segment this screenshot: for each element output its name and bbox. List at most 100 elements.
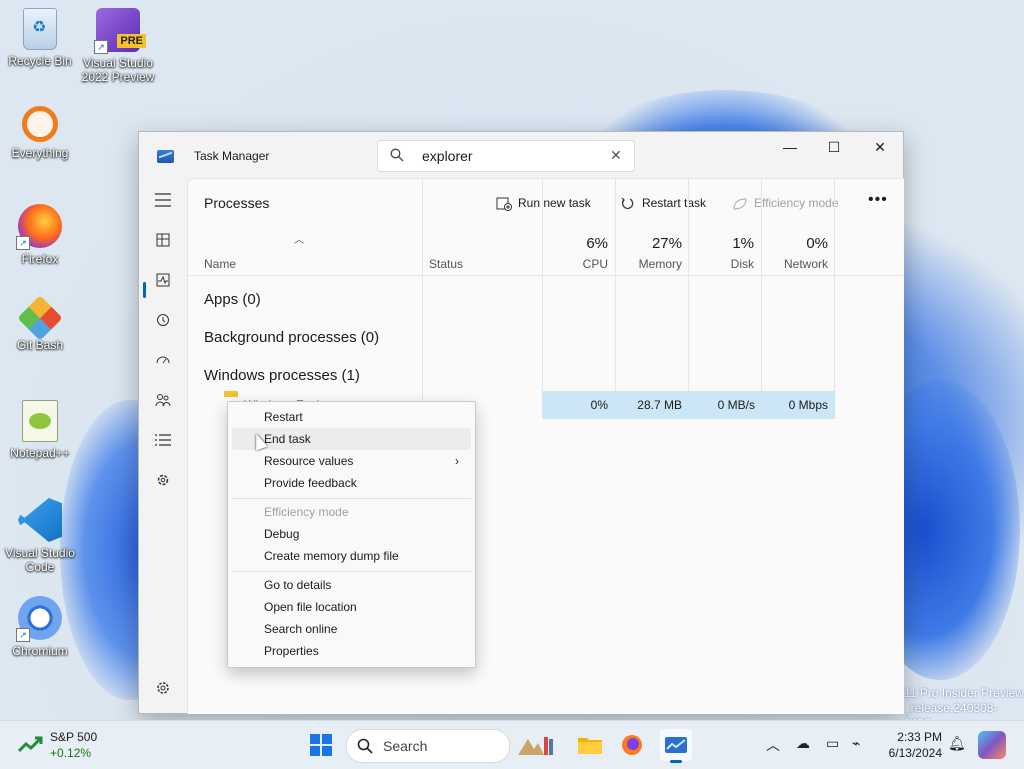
folder-icon <box>224 391 238 397</box>
details-icon <box>155 434 171 446</box>
desktop-icon-vscode[interactable]: Visual Studio Code <box>0 498 80 574</box>
nav-app-history[interactable] <box>147 304 179 336</box>
menu-item-go-to-details[interactable]: Go to details <box>232 574 471 596</box>
menu-item-search-online[interactable]: Search online <box>232 618 471 640</box>
column-disk[interactable]: Disk <box>694 257 754 271</box>
watermark-line-2: _release.240308-1400 <box>904 701 998 720</box>
clear-search-icon[interactable]: ✕ <box>610 147 622 164</box>
efficiency-mode-button[interactable]: Efficiency mode <box>732 193 839 213</box>
startup-apps-icon <box>156 356 170 364</box>
desktop-icon-label: Visual Studio Code <box>5 546 75 574</box>
search-icon <box>357 738 373 754</box>
search-input[interactable] <box>422 146 602 166</box>
clock-time: 2:33 PM <box>897 730 942 744</box>
menu-item-open-file-location[interactable]: Open file location <box>232 596 471 618</box>
nav-services[interactable] <box>147 464 179 496</box>
menu-item-efficiency-mode[interactable]: Efficiency mode <box>232 501 471 523</box>
menu-item-provide-feedback[interactable]: Provide feedback <box>232 472 471 494</box>
chromium-icon: ↗ <box>16 596 62 642</box>
desktop-icon-everything[interactable]: Everything <box>0 106 80 160</box>
taskbar-search[interactable]: Search <box>346 729 510 763</box>
disk-total: 1% <box>732 235 754 252</box>
column-divider <box>761 179 762 419</box>
desktop-icon-notepad-plus-plus[interactable]: Notepad++ <box>0 400 80 460</box>
column-memory[interactable]: Memory <box>622 257 682 271</box>
run-new-task-button[interactable]: Run new task <box>496 193 591 213</box>
search-highlight-icon <box>514 729 558 761</box>
search-box[interactable]: ✕ <box>377 140 635 172</box>
copilot-icon[interactable] <box>978 731 1006 759</box>
file-explorer-icon <box>578 738 602 754</box>
desktop-icon-label: Recycle Bin <box>8 54 72 68</box>
menu-item-resource-values[interactable]: Resource values › <box>232 450 471 472</box>
minimize-button[interactable]: — <box>767 132 813 162</box>
column-divider <box>688 179 689 419</box>
desktop-icon-label: Visual Studio 2022 Preview <box>81 56 155 84</box>
close-button[interactable]: ✕ <box>857 132 903 162</box>
settings-icon <box>157 682 169 694</box>
efficiency-mode-label: Efficiency mode <box>754 196 839 210</box>
column-cpu[interactable]: CPU <box>548 257 608 271</box>
restart-icon <box>621 197 634 209</box>
firefox-icon <box>622 735 642 755</box>
restart-task-button[interactable]: Restart task <box>620 193 706 213</box>
search-icon <box>390 148 404 162</box>
menu-item-properties[interactable]: Properties <box>232 640 471 662</box>
nav-settings[interactable] <box>147 672 179 704</box>
show-hidden-icons[interactable]: ︿ <box>766 735 780 755</box>
desktop-icon-chromium[interactable]: ↗ Chromium <box>0 596 80 658</box>
vscode-icon <box>18 498 62 542</box>
taskbar-firefox[interactable] <box>616 729 648 761</box>
desktop-icon-firefox[interactable]: ↗ Firefox <box>0 204 80 266</box>
page-title: Processes <box>204 195 270 211</box>
more-options-button[interactable]: ••• <box>868 191 888 209</box>
nav-details[interactable] <box>147 424 179 456</box>
memory-total: 27% <box>651 235 682 252</box>
clock[interactable]: 2:33 PM 6/13/2024 <box>880 729 942 761</box>
desktop-icon-git-bash[interactable]: Git Bash <box>0 295 80 352</box>
selected-indicator <box>143 282 146 298</box>
title-bar[interactable]: Task Manager ✕ — ☐ ✕ <box>139 132 903 178</box>
network-icon[interactable]: ⌁ <box>852 735 860 752</box>
performance-icon <box>156 273 170 287</box>
desktop-icon-visual-studio-preview[interactable]: PRE ↗ Visual Studio 2022 Preview <box>78 8 158 84</box>
nav-processes[interactable] <box>147 224 179 256</box>
onedrive-icon[interactable]: ☁ <box>796 735 810 752</box>
group-windows-processes[interactable]: Windows processes (1) <box>204 367 360 384</box>
nav-performance[interactable] <box>147 264 179 296</box>
menu-item-create-dump-file[interactable]: Create memory dump file <box>232 545 471 567</box>
group-apps[interactable]: Apps (0) <box>204 291 261 308</box>
column-divider <box>834 179 835 419</box>
watermark-line-1: 11 Pro Insider Preview <box>904 686 1024 700</box>
run-new-task-icon <box>496 197 512 211</box>
hamburger-icon[interactable] <box>147 184 179 216</box>
taskbar-file-explorer[interactable] <box>574 729 606 761</box>
column-divider <box>615 179 616 419</box>
sort-ascending-icon[interactable]: ︿ <box>294 231 304 246</box>
notification-bell-icon[interactable]: 🔔︎ <box>948 735 966 752</box>
everything-search-icon <box>22 106 58 142</box>
column-name[interactable]: Name <box>204 257 236 271</box>
nav-users[interactable] <box>147 384 179 416</box>
column-divider <box>542 179 543 419</box>
taskbar-task-manager[interactable] <box>660 729 692 763</box>
cell-memory: 28.7 MB <box>637 398 682 412</box>
start-button[interactable] <box>305 729 337 761</box>
group-background-processes[interactable]: Background processes (0) <box>204 329 379 346</box>
menu-item-end-task[interactable]: End task <box>232 428 471 450</box>
desktop-icon-recycle-bin[interactable]: ♻ Recycle Bin <box>0 8 80 68</box>
menu-item-debug[interactable]: Debug <box>232 523 471 545</box>
menu-item-restart[interactable]: Restart <box>232 406 471 428</box>
chevron-right-icon: › <box>455 454 459 468</box>
column-network[interactable]: Network <box>768 257 828 271</box>
stock-widget[interactable]: S&P 500 +0.12% <box>50 729 97 761</box>
shortcut-arrow-icon: ↗ <box>16 236 30 250</box>
windows-logo-icon <box>310 734 332 756</box>
network-total: 0% <box>806 235 828 252</box>
nav-startup-apps[interactable] <box>147 344 179 376</box>
column-status[interactable]: Status <box>429 257 463 271</box>
task-manager-icon <box>665 737 687 753</box>
cell-disk: 0 MB/s <box>717 398 755 412</box>
display-icon[interactable]: ▭ <box>826 735 839 752</box>
maximize-button[interactable]: ☐ <box>811 132 857 162</box>
